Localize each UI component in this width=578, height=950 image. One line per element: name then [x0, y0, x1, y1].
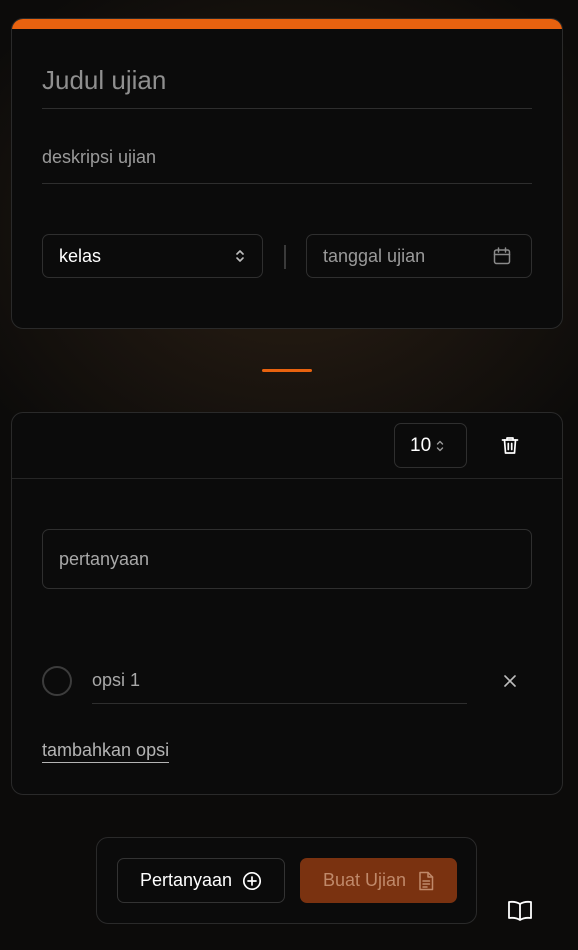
plus-circle-icon	[242, 871, 262, 891]
option-input[interactable]: opsi 1	[92, 666, 467, 704]
option-radio[interactable]	[42, 666, 72, 696]
exam-date-input[interactable]: tanggal ujian	[306, 234, 532, 278]
book-open-icon[interactable]	[507, 899, 533, 923]
exam-title-input[interactable]: Judul ujian	[42, 63, 532, 109]
create-exam-button[interactable]: Buat Ujian	[300, 858, 457, 903]
exam-header-card: Judul ujian deskripsi ujian kelas tangga…	[11, 18, 563, 329]
class-select-value: kelas	[59, 245, 102, 266]
exam-description-input[interactable]: deskripsi ujian	[42, 147, 532, 184]
chevron-up-down-icon	[234, 248, 246, 264]
accent-topbar	[12, 19, 562, 29]
exam-date-placeholder: tanggal ujian	[323, 245, 426, 266]
chevron-up-down-icon	[435, 439, 445, 453]
question-card: 10 pertanyaan opsi 1 tambahkan opsi	[11, 412, 563, 795]
points-value: 10	[410, 434, 432, 456]
document-icon	[418, 871, 434, 891]
points-select[interactable]: 10	[394, 423, 467, 468]
question-card-header: 10	[12, 413, 562, 479]
close-icon[interactable]	[499, 670, 521, 692]
create-exam-label: Buat Ujian	[322, 870, 407, 890]
question-input[interactable]: pertanyaan	[42, 529, 532, 589]
section-separator	[262, 369, 312, 372]
class-select[interactable]: kelas	[42, 234, 263, 278]
add-question-button[interactable]: Pertanyaan	[117, 858, 285, 903]
field-divider	[284, 245, 286, 269]
trash-icon[interactable]	[498, 433, 522, 457]
calendar-icon	[493, 247, 511, 265]
add-option-link[interactable]: tambahkan opsi	[42, 740, 170, 763]
bottom-toolbar: Pertanyaan Buat Ujian	[96, 837, 477, 924]
add-question-label: Pertanyaan	[139, 870, 233, 890]
